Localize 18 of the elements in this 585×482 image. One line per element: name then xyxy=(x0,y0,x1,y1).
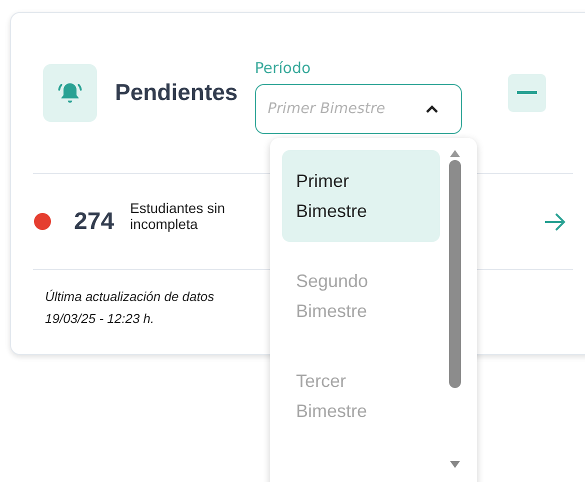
last-update-text: Última actualización de datos 19/03/25 - 12:23 h. xyxy=(45,288,214,328)
arrow-right-icon[interactable] xyxy=(543,212,567,232)
scrollbar-thumb[interactable] xyxy=(449,160,461,388)
pending-description: Estudiantes sin incompleta xyxy=(130,200,226,232)
dropdown-option[interactable]: Segundo Bimestre xyxy=(282,250,440,342)
collapse-button[interactable] xyxy=(508,74,546,112)
chevron-up-icon xyxy=(424,104,439,114)
dropdown-option[interactable]: Primer Bimestre xyxy=(282,150,440,242)
status-dot xyxy=(34,213,51,230)
bell-icon xyxy=(43,64,97,122)
scroll-down-icon[interactable] xyxy=(450,461,460,468)
period-select[interactable]: Primer Bimestre xyxy=(254,84,462,134)
minus-icon xyxy=(516,91,537,95)
dropdown-option[interactable]: Tercer Bimestre xyxy=(282,350,440,442)
pending-count: 274 xyxy=(74,208,114,236)
card-title: Pendientes xyxy=(115,79,238,106)
period-label: Período xyxy=(254,59,312,77)
scroll-up-icon[interactable] xyxy=(450,150,460,157)
